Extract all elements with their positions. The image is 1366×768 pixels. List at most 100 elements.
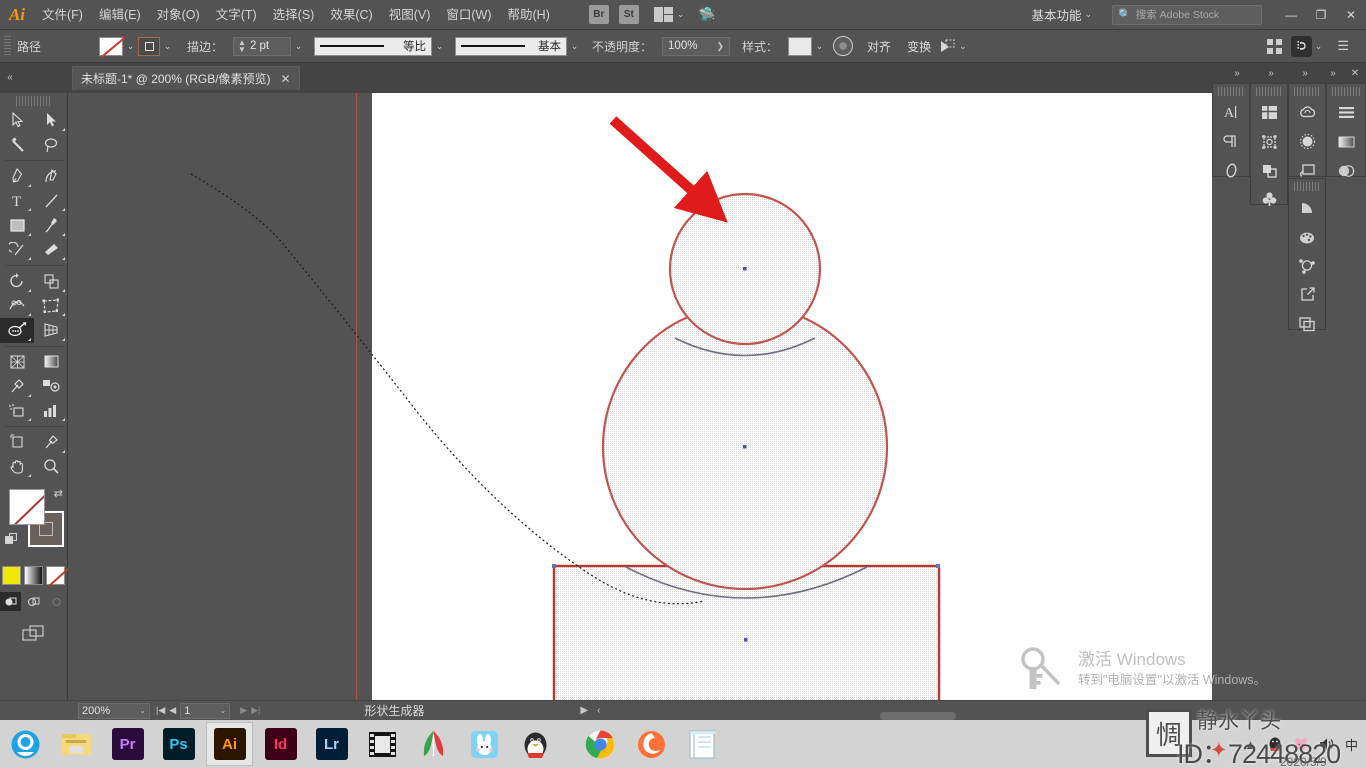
width-tool[interactable]	[0, 294, 34, 319]
volume-icon[interactable]	[1319, 737, 1335, 751]
taskbar-qq[interactable]	[512, 722, 559, 766]
taskbar-lightroom[interactable]: Lr	[308, 722, 355, 766]
taskbar-photoshop[interactable]: Ps	[155, 722, 202, 766]
panel-grip[interactable]	[1218, 87, 1244, 96]
dock-collapse-1-icon[interactable]: »	[1220, 63, 1254, 83]
show-hidden-icons[interactable]: ▲	[1244, 737, 1257, 752]
menu-type[interactable]: 文字(T)	[208, 0, 265, 30]
opacity-input[interactable]: 100% ❯	[662, 36, 731, 56]
window-minimize-button[interactable]: —	[1276, 0, 1306, 30]
stroke-profile-chevron-down-icon[interactable]: ⌄	[432, 37, 447, 56]
taskbar-file-explorer[interactable]	[53, 722, 100, 766]
stock-icon[interactable]: St	[618, 5, 639, 24]
curvature-tool[interactable]	[34, 164, 68, 189]
menu-window[interactable]: 窗口(W)	[438, 0, 499, 30]
rectangle-tool[interactable]	[0, 213, 34, 238]
zoom-chevron-down-icon[interactable]: ⌄	[139, 706, 146, 715]
character-panel-icon[interactable]: A	[1213, 98, 1249, 127]
arrange-documents-icon[interactable]	[653, 6, 674, 23]
rotate-tool[interactable]	[0, 269, 34, 294]
panel-grip[interactable]	[1332, 87, 1360, 96]
artwork-svg[interactable]	[68, 93, 1366, 708]
properties-panel-toggle[interactable]: ⫶⊃	[1290, 35, 1312, 57]
taskbar-firefox[interactable]	[628, 722, 675, 766]
menu-select[interactable]: 选择(S)	[265, 0, 323, 30]
free-transform-tool[interactable]	[34, 294, 68, 319]
taskbar-indesign[interactable]: Id	[257, 722, 304, 766]
artboards-panel-icon[interactable]	[1251, 98, 1287, 127]
brushes-panel-icon[interactable]	[1289, 127, 1325, 156]
arrange-chevron-down-icon[interactable]: ⌄	[677, 9, 685, 20]
pathfinder-panel-icon[interactable]	[1251, 156, 1287, 185]
document-tab[interactable]: 未标题-1* @ 200% (RGB/像素预览) ✕	[72, 66, 300, 90]
type-tool[interactable]: T	[0, 189, 34, 214]
zoom-level-select[interactable]: 200% ⌄	[78, 702, 150, 719]
recolor-artwork-icon[interactable]	[833, 36, 854, 56]
paintbrush-tool[interactable]	[34, 213, 68, 238]
shape-builder-tool[interactable]	[0, 318, 34, 343]
swatches-panel-icon[interactable]	[1289, 222, 1325, 251]
workspace-chevron-down-icon[interactable]: ⌄	[1084, 9, 1092, 20]
direct-selection-tool[interactable]	[34, 108, 68, 133]
taskbar-chrome[interactable]	[577, 722, 624, 766]
menu-object[interactable]: 对象(O)	[149, 0, 208, 30]
tab-bar-collapse-icon[interactable]: «	[0, 66, 20, 88]
creative-cloud-libraries-icon[interactable]	[1289, 98, 1325, 127]
artboard-number-input[interactable]: 1 ⌄	[180, 702, 231, 719]
document-tab-close-icon[interactable]: ✕	[281, 72, 291, 86]
none-button[interactable]	[46, 566, 65, 585]
opentype-panel-icon[interactable]	[1213, 156, 1249, 185]
status-expand-icon[interactable]: ‹	[597, 705, 600, 716]
last-artboard-icon[interactable]: ▶|	[251, 705, 260, 716]
menu-help[interactable]: 帮助(H)	[500, 0, 558, 30]
export-panel-icon[interactable]	[1289, 280, 1325, 309]
bridge-icon[interactable]: Br	[588, 5, 609, 24]
gradient-button[interactable]	[24, 566, 43, 585]
style-chevron-down-icon[interactable]: ⌄	[812, 37, 827, 56]
symbol-sprayer-tool[interactable]	[0, 399, 34, 424]
tools-panel-grip[interactable]	[15, 96, 52, 106]
symbols-panel-icon[interactable]	[1251, 185, 1287, 214]
adobe-stock-search[interactable]: 🔍 搜索 Adobe Stock	[1112, 4, 1262, 25]
document-canvas[interactable]	[68, 93, 1366, 708]
draw-behind-icon[interactable]	[23, 592, 44, 611]
fill-color-swatch[interactable]	[99, 36, 123, 56]
control-bar-grip[interactable]	[4, 36, 11, 56]
lasso-tool[interactable]	[34, 133, 68, 158]
color-guide-icon[interactable]	[1289, 193, 1325, 222]
appearance-panel-icon[interactable]	[1327, 156, 1365, 185]
taskbar-video-editor[interactable]	[359, 722, 406, 766]
color-button[interactable]	[2, 566, 21, 585]
align-panel-icon[interactable]	[1327, 98, 1365, 127]
draw-normal-icon[interactable]	[0, 592, 21, 611]
layers-panel-icon[interactable]	[1289, 309, 1325, 338]
ime-icon[interactable]: 中	[1345, 735, 1358, 754]
next-artboard-icon[interactable]: ▶	[240, 705, 247, 716]
taskbar-premiere-pro[interactable]: Pr	[104, 722, 151, 766]
panel-grid-icon[interactable]	[1266, 38, 1282, 54]
stroke-weight-chevron-down-icon[interactable]: ⌄	[291, 37, 306, 56]
stroke-weight-spinner-icon[interactable]: ▲ ▼	[238, 39, 246, 54]
launch-rocket-icon[interactable]: 🛸	[698, 6, 715, 23]
line-segment-tool[interactable]	[34, 189, 68, 214]
default-fill-stroke-icon[interactable]	[5, 533, 18, 546]
draw-inside-icon[interactable]	[46, 592, 67, 611]
taskbar-notes-app[interactable]	[679, 722, 726, 766]
first-artboard-icon[interactable]: |◀	[156, 705, 165, 716]
arrange-objects-chevron-down-icon[interactable]: ⌄	[959, 41, 967, 52]
shaper-tool[interactable]	[0, 238, 34, 263]
menu-edit[interactable]: 编辑(E)	[91, 0, 149, 30]
panel-menu-icon[interactable]: ☰	[1337, 38, 1349, 54]
menu-file[interactable]: 文件(F)	[34, 0, 91, 30]
prev-artboard-icon[interactable]: ◀	[169, 705, 176, 716]
selection-tool[interactable]	[0, 108, 34, 133]
fill-chevron-down-icon[interactable]: ⌄	[123, 37, 138, 56]
brush-definition-select[interactable]: 基本	[455, 36, 568, 56]
zoom-tool[interactable]	[34, 455, 68, 480]
panel-grip[interactable]	[1256, 87, 1282, 96]
stroke-weight-input[interactable]: ▲ ▼ 2 pt	[233, 36, 292, 56]
gradient-tool[interactable]	[34, 350, 68, 375]
fill-color-indicator[interactable]	[9, 489, 45, 525]
gradient-panel-icon[interactable]	[1327, 127, 1365, 156]
stroke-profile-select[interactable]: 等比	[314, 36, 433, 56]
